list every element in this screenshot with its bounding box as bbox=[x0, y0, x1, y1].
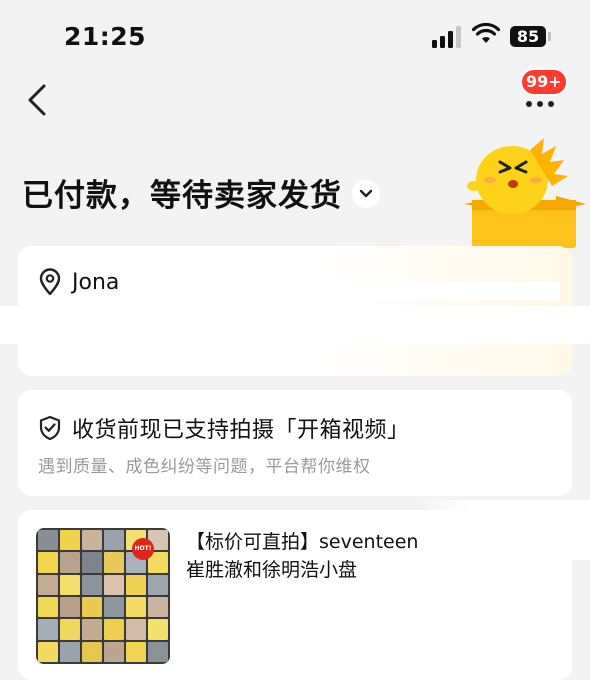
unboxing-title: 收货前现已支持拍摄「开箱视频」 bbox=[72, 418, 410, 443]
cellular-signal-icon bbox=[432, 26, 461, 48]
chevron-left-icon bbox=[28, 84, 46, 116]
notification-badge: 99+ bbox=[520, 68, 568, 96]
location-pin-icon bbox=[39, 268, 61, 296]
unboxing-video-card[interactable]: 收货前现已支持拍摄「开箱视频」 遇到质量、成色纠纷等问题，平台帮你维权 bbox=[18, 390, 572, 496]
order-status-title: 已付款，等待卖家发货 bbox=[22, 178, 342, 214]
more-dots-icon bbox=[526, 101, 554, 107]
battery-cap bbox=[548, 32, 551, 41]
unboxing-title-row: 收货前现已支持拍摄「开箱视频」 bbox=[38, 412, 410, 444]
status-bar: 21:25 85 bbox=[0, 0, 590, 70]
order-status-header: 已付款，等待卖家发货 bbox=[22, 170, 380, 215]
mascot-illustration bbox=[464, 138, 586, 248]
redacted-area bbox=[300, 282, 560, 300]
back-button[interactable] bbox=[20, 80, 54, 120]
status-time: 21:25 bbox=[64, 22, 147, 51]
hot-tag: HOT! bbox=[132, 538, 154, 560]
product-thumbnail[interactable]: HOT! bbox=[36, 528, 170, 664]
unboxing-subtitle: 遇到质量、成色纠纷等问题，平台帮你维权 bbox=[38, 457, 371, 477]
more-menu-button[interactable]: 99+ bbox=[520, 68, 570, 114]
wifi-icon bbox=[472, 22, 500, 43]
redacted-area bbox=[0, 306, 590, 344]
chevron-down-icon bbox=[359, 189, 373, 197]
recipient-name: Jona bbox=[72, 269, 120, 295]
address-row: Jona bbox=[38, 268, 119, 296]
redacted-area bbox=[420, 500, 590, 560]
battery-indicator: 85 bbox=[510, 26, 546, 47]
shield-check-icon bbox=[39, 415, 61, 441]
product-title-line-2: 崔胜澈和徐明浩小盘 bbox=[186, 559, 358, 581]
status-expand-button[interactable] bbox=[352, 179, 380, 208]
